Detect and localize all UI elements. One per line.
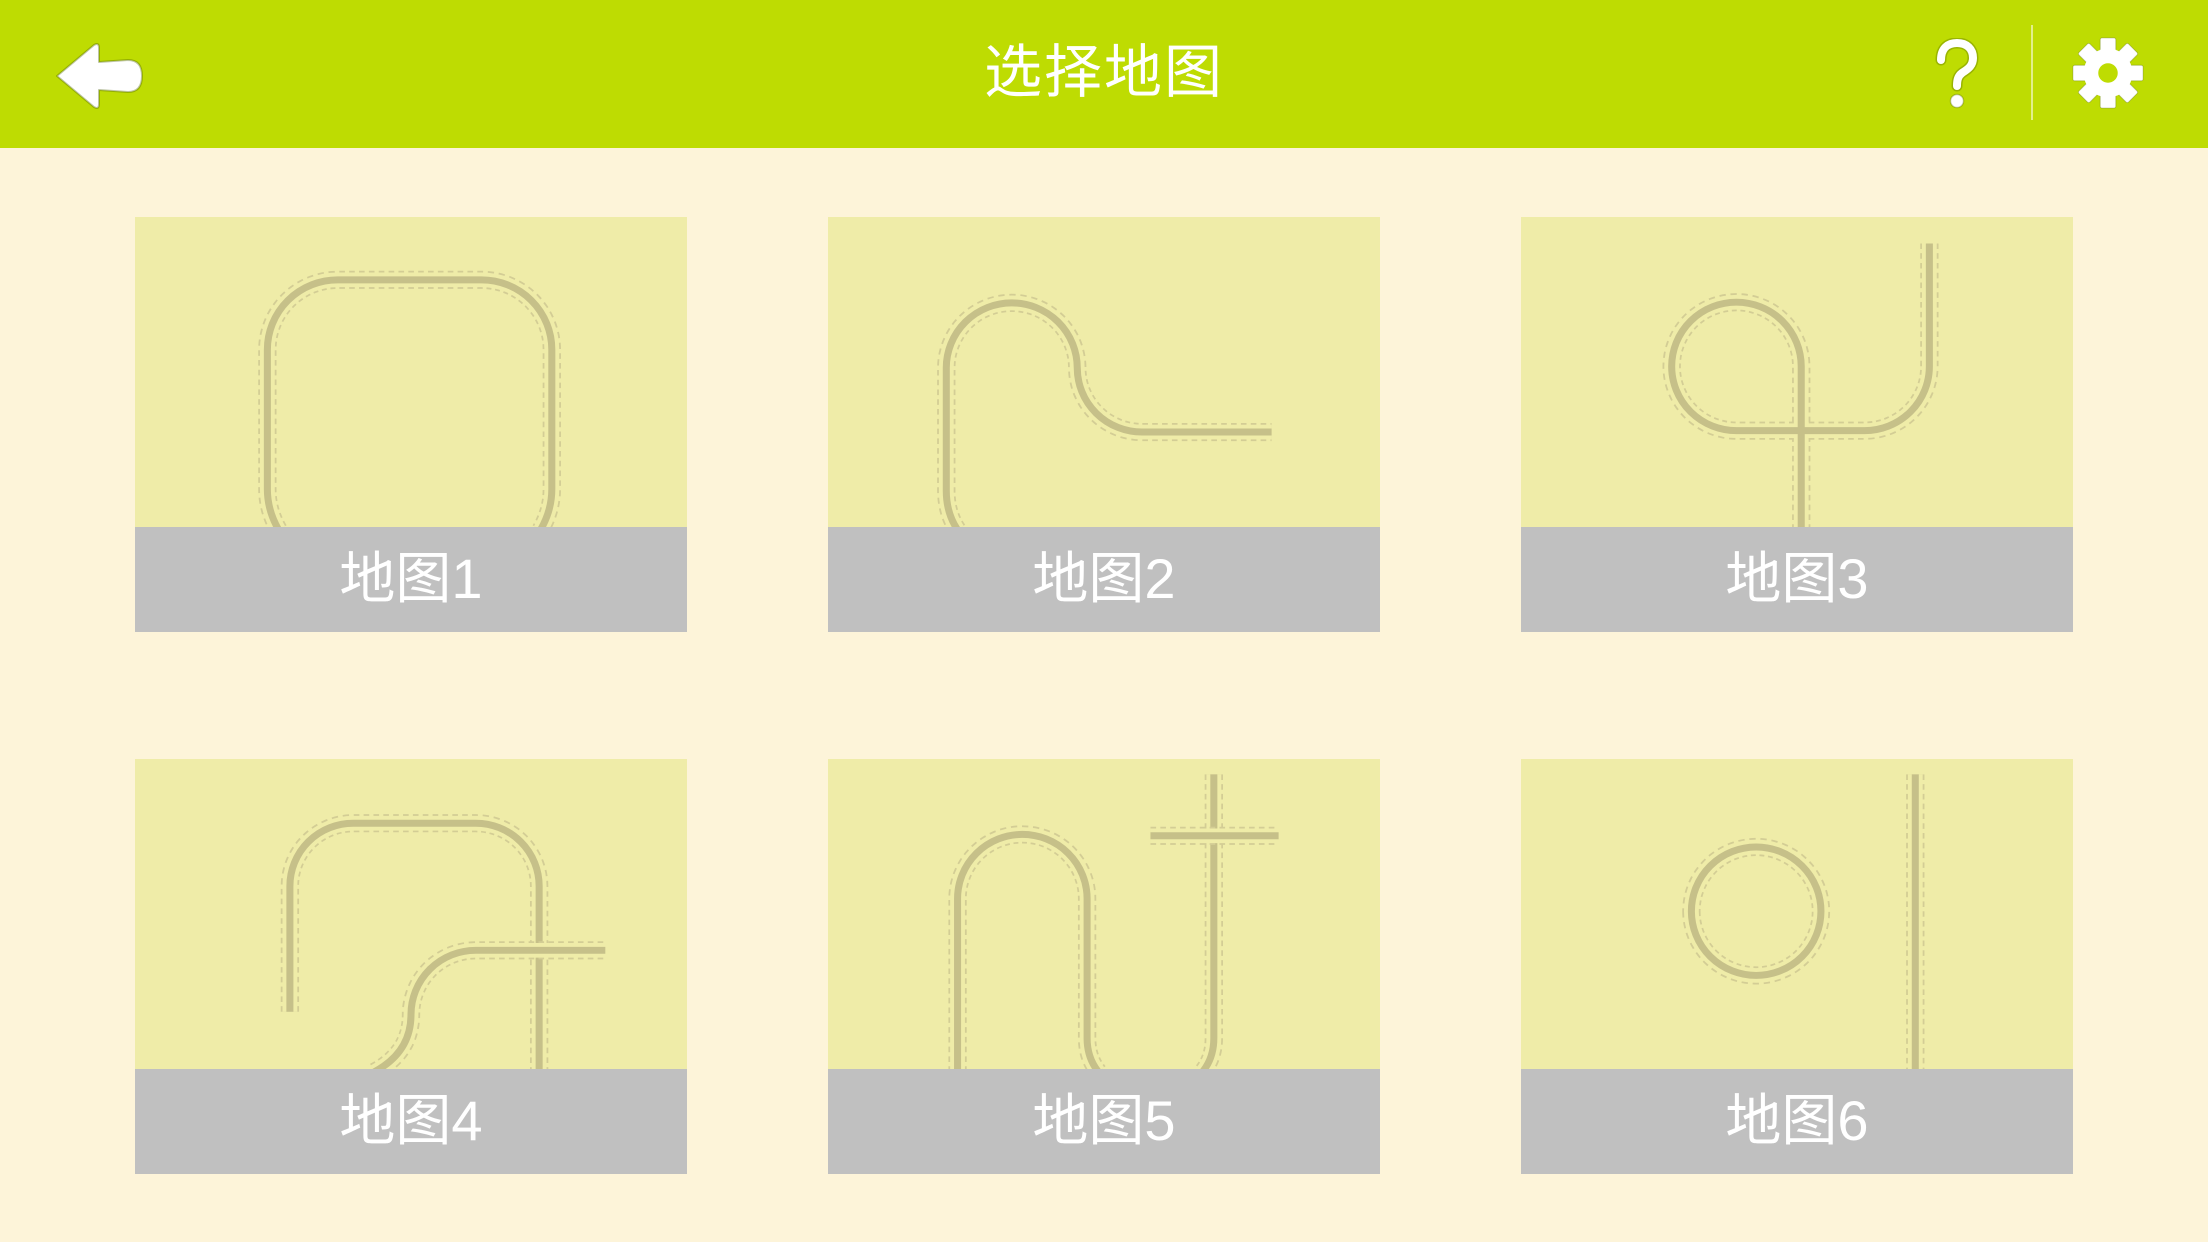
- map-card-label: 地图1: [135, 527, 687, 632]
- map-card-label: 地图5: [828, 1069, 1380, 1174]
- help-icon: [1935, 38, 1979, 109]
- map-card-4[interactable]: 地图4: [135, 759, 687, 1174]
- page-title: 选择地图: [983, 40, 1224, 105]
- map-thumbnail: [135, 217, 687, 527]
- map-card-5[interactable]: 地图5: [828, 759, 1380, 1174]
- map-card-3[interactable]: 地图3: [1521, 217, 2073, 632]
- map-thumbnail: [1521, 759, 2073, 1069]
- track-path: [1687, 843, 1825, 979]
- track-path: [263, 276, 556, 527]
- map-card-2[interactable]: 地图2: [828, 217, 1380, 632]
- back-button[interactable]: [54, 40, 144, 110]
- map-thumbnail: [1521, 217, 2073, 527]
- top-bar: 选择地图: [0, 0, 2208, 148]
- header-divider: [2031, 25, 2033, 120]
- track-drawing: [1662, 243, 1939, 527]
- track-drawing: [937, 293, 1272, 527]
- map-card-1[interactable]: 地图1: [135, 217, 687, 632]
- track-drawing: [280, 814, 606, 1069]
- map-card-label: 地图3: [1521, 527, 2073, 632]
- track-drawing: [1682, 774, 1925, 1069]
- gear-icon: [2072, 37, 2144, 109]
- map-thumbnail: [135, 759, 687, 1069]
- track-drawing: [258, 270, 561, 527]
- map-thumbnail: [828, 217, 1380, 527]
- map-card-6[interactable]: 地图6: [1521, 759, 2073, 1174]
- back-arrow-icon: [56, 43, 143, 109]
- track-edge: [258, 270, 561, 527]
- track-bed: [259, 272, 560, 527]
- track-path: [1668, 243, 1933, 527]
- map-card-label: 地图4: [135, 1069, 687, 1174]
- track-drawing: [948, 774, 1279, 1069]
- map-card-label: 地图6: [1521, 1069, 2073, 1174]
- map-card-label: 地图2: [828, 527, 1380, 632]
- map-thumbnail: [828, 759, 1380, 1069]
- track-path: [372, 946, 606, 1069]
- track-path: [954, 830, 1101, 1069]
- help-button[interactable]: [1930, 38, 1984, 112]
- track-bed: [938, 295, 1272, 527]
- settings-button[interactable]: [2069, 34, 2147, 112]
